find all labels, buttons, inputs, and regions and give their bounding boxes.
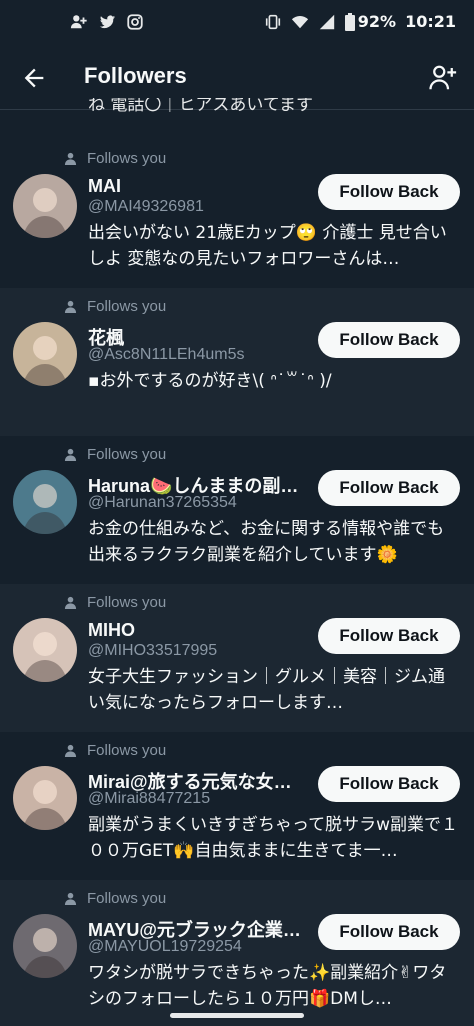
follows-you-indicator: Follows you <box>64 742 166 759</box>
add-user-icon[interactable] <box>428 63 458 93</box>
follower-row[interactable]: Follows you MAYU@元ブラック企業… @MAYUOL1972925… <box>0 880 474 1026</box>
follows-you-label: Follows you <box>87 594 167 611</box>
follower-handle: @MAYUOL19729254 <box>88 938 242 955</box>
follower-handle: @Asc8N11LEh4um5s <box>88 346 245 363</box>
follow-back-button[interactable]: Follow Back <box>318 766 460 802</box>
twitter-notification-icon <box>99 15 116 29</box>
follows-you-label: Follows you <box>87 150 167 167</box>
follower-bio: 副業がうまくいきすぎちゃって脱サラw副業で１００万GET🙌自由気ままに生きてま一… <box>88 815 459 861</box>
add-user-notification-icon <box>70 15 87 29</box>
follower-row[interactable]: Follows you Haruna🍉しんままの副… @Harunan37265… <box>0 436 474 584</box>
follower-handle: @Mirai88477215 <box>88 790 211 807</box>
follow-back-button[interactable]: Follow Back <box>318 470 460 506</box>
follower-row[interactable]: Follows you MIHO @MIHO33517995 女子大生ファッショ… <box>0 584 474 732</box>
avatar[interactable] <box>13 914 77 978</box>
follower-bio: 女子大生ファッション｜グルメ｜美容｜ジム通い気になったらフォローします… <box>88 667 445 713</box>
wifi-icon <box>291 15 308 28</box>
follows-you-indicator: Follows you <box>64 150 166 167</box>
gesture-nav-bar[interactable] <box>170 1013 304 1018</box>
follower-name[interactable]: MAI <box>88 176 121 197</box>
follows-you-indicator: Follows you <box>64 890 166 907</box>
avatar[interactable] <box>13 322 77 386</box>
person-icon <box>64 892 77 905</box>
follower-handle: @MIHO33517995 <box>88 642 218 659</box>
follower-row[interactable]: Follows you 花楓 @Asc8N11LEh4um5s ▪お外でするのが… <box>0 288 474 436</box>
follow-back-button[interactable]: Follow Back <box>318 322 460 358</box>
vibrate-icon <box>265 14 280 29</box>
person-icon <box>64 152 77 165</box>
follows-you-label: Follows you <box>87 742 167 759</box>
follower-bio: ワタシが脱サラできちゃった✨副業紹介✌ワタシのフォローしたら１０万円🎁DMし… <box>88 963 447 1009</box>
person-icon <box>64 448 77 461</box>
follows-you-indicator: Follows you <box>64 446 166 463</box>
follows-you-indicator: Follows you <box>64 298 166 315</box>
signal-icon <box>319 14 334 29</box>
followers-list: Follows you MAI @MAI49326981 出会いがない 21歳E… <box>0 140 474 1026</box>
follower-row[interactable]: Follows you Mirai@旅する元気な女… @Mirai8847721… <box>0 732 474 880</box>
follows-you-label: Follows you <box>87 890 167 907</box>
battery-percent: 92% <box>357 12 397 31</box>
follower-row[interactable]: Follows you MAI @MAI49326981 出会いがない 21歳E… <box>0 140 474 288</box>
follower-handle: @MAI49326981 <box>88 198 204 215</box>
battery-icon <box>344 12 355 31</box>
clock: 10:21 <box>405 12 456 31</box>
person-icon <box>64 744 77 757</box>
follows-you-label: Follows you <box>87 446 167 463</box>
follower-bio: お金の仕組みなど、お金に関する情報や誰でも出来るラクラク副業を紹介しています🌼 <box>88 519 445 565</box>
follower-name[interactable]: MIHO <box>88 620 135 641</box>
person-icon <box>64 596 77 609</box>
follow-back-button[interactable]: Follow Back <box>318 914 460 950</box>
status-bar: 92% 10:21 <box>0 0 474 46</box>
follower-bio: 出会いがない 21歳Eカップ🙄 介護士 見せ合いしよ 変態なの見たいフォロワーさ… <box>88 223 447 269</box>
follow-back-button[interactable]: Follow Back <box>318 618 460 654</box>
page-title: Followers <box>84 63 187 88</box>
avatar[interactable] <box>13 174 77 238</box>
avatar[interactable] <box>13 766 77 830</box>
follows-you-label: Follows you <box>87 298 167 315</box>
follow-back-button[interactable]: Follow Back <box>318 174 460 210</box>
follows-you-indicator: Follows you <box>64 594 166 611</box>
person-icon <box>64 300 77 313</box>
avatar[interactable] <box>13 618 77 682</box>
previous-bio-fragment: ね 電話〇｜ヒアスあいてます <box>88 98 314 115</box>
back-arrow-icon[interactable] <box>20 64 48 92</box>
instagram-notification-icon <box>127 14 143 30</box>
follower-handle: @Harunan37265354 <box>88 494 237 511</box>
follower-bio: ▪お外でするのが好き\( ᐢ˙꒳˙ᐢ )/ <box>88 371 332 391</box>
avatar[interactable] <box>13 470 77 534</box>
